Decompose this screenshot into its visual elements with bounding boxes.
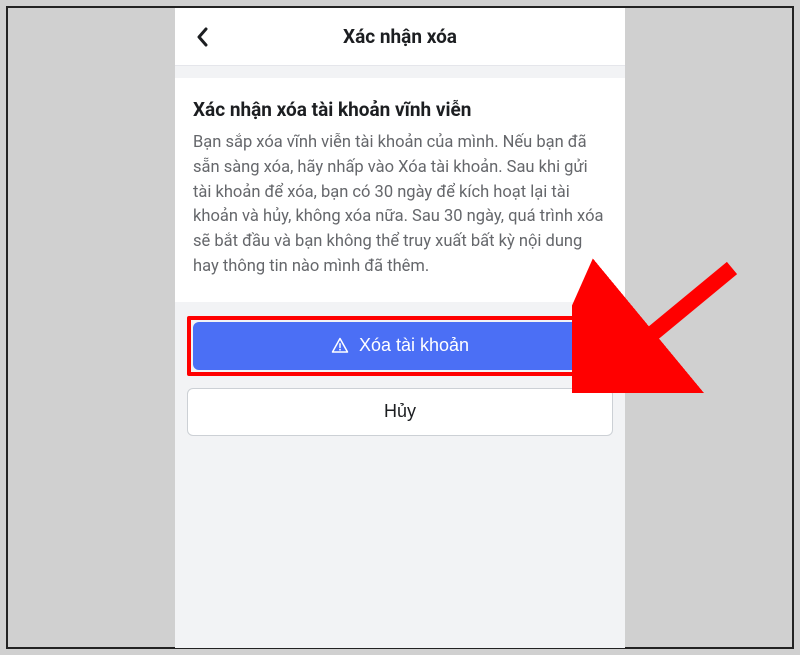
card-title: Xác nhận xóa tài khoản vĩnh viễn <box>193 98 607 121</box>
card-body: Bạn sắp xóa vĩnh viễn tài khoản của mình… <box>193 131 607 280</box>
tutorial-frame: Xác nhận xóa Xác nhận xóa tài khoản vĩnh… <box>6 6 794 649</box>
warning-icon <box>331 337 349 355</box>
action-area: Xóa tài khoản Hủy <box>175 302 625 450</box>
confirmation-card: Xác nhận xóa tài khoản vĩnh viễn Bạn sắp… <box>175 78 625 302</box>
highlight-box: Xóa tài khoản <box>187 316 613 376</box>
cancel-button[interactable]: Hủy <box>187 388 613 436</box>
delete-account-button[interactable]: Xóa tài khoản <box>193 322 607 370</box>
cancel-button-label: Hủy <box>384 401 416 422</box>
phone-screen: Xác nhận xóa Xác nhận xóa tài khoản vĩnh… <box>175 8 625 648</box>
back-button[interactable] <box>189 23 217 51</box>
delete-button-label: Xóa tài khoản <box>359 335 469 356</box>
chevron-left-icon <box>195 27 211 47</box>
header-bar: Xác nhận xóa <box>175 8 625 66</box>
page-title: Xác nhận xóa <box>175 25 625 48</box>
